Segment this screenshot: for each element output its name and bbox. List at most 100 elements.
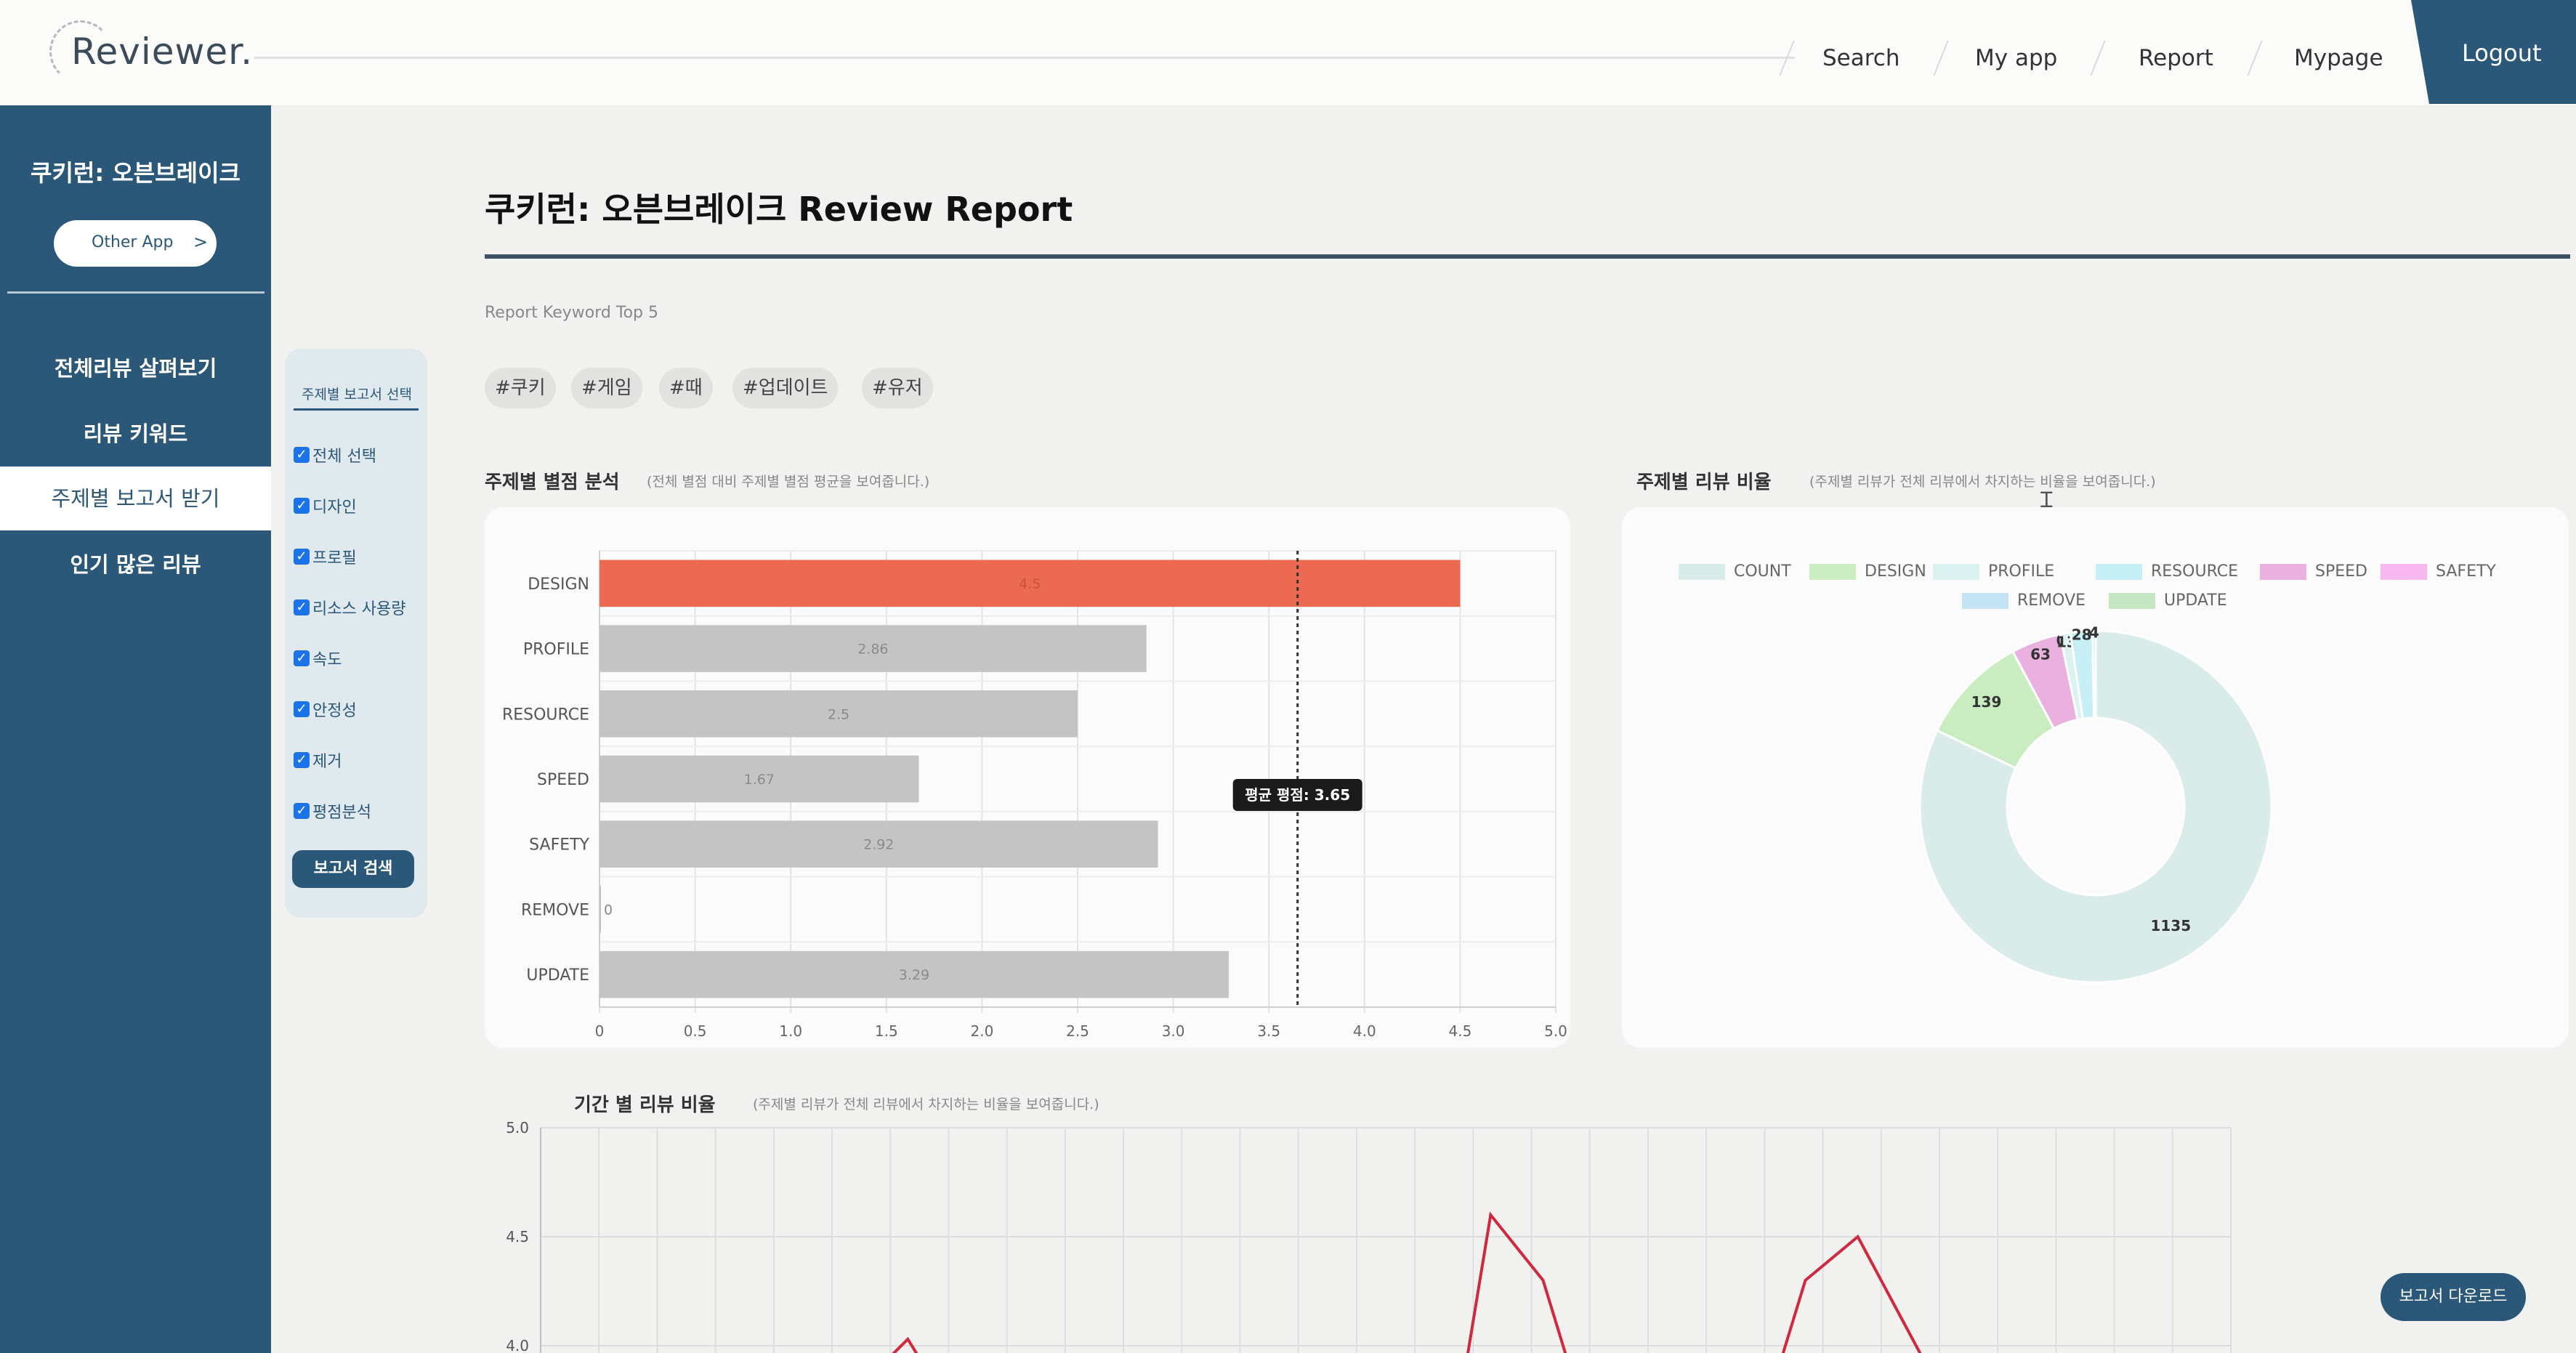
nav-my-app[interactable]: My app bbox=[1975, 45, 2057, 71]
filter-title: 주제별 보고서 선택 bbox=[302, 387, 412, 403]
x-tick-label: 3.0 bbox=[1162, 1022, 1185, 1040]
filter-option-speed[interactable]: ✓ 속도 bbox=[294, 647, 342, 670]
bar-section-subtitle: (전체 별점 대비 주제별 별점 평균을 보여줍니다.) bbox=[647, 474, 930, 490]
filter-option-label: 리소스 사용량 bbox=[312, 600, 406, 618]
checkbox-checked-icon[interactable]: ✓ bbox=[294, 650, 310, 666]
bar-value-label: 2.86 bbox=[857, 642, 888, 658]
nav-mypage[interactable]: Mypage bbox=[2294, 45, 2383, 71]
logo-text: Reviewer. bbox=[71, 31, 254, 73]
logo[interactable]: Reviewer. bbox=[49, 20, 252, 86]
category-label: SAFETY bbox=[529, 836, 589, 855]
series-line bbox=[1466, 1211, 1567, 1353]
rating-bar-chart: 0 0.5 1.0 1.5 2.0 2.5 3.0 3.5 4.0 4.5 5.0 DESIGN 4.5… bbox=[502, 550, 1567, 1040]
filter-option-safety[interactable]: ✓ 안정성 bbox=[294, 698, 357, 721]
report-filter-panel: 주제별 보고서 선택 ✓ 전체 선택 ✓ 디자인 ✓ 프로필 ✓ 리소스 사용량 ✓ 속도… bbox=[285, 349, 427, 918]
filter-option-label: 안정성 bbox=[312, 702, 357, 720]
average-tooltip-label: 평균 평점: 3.65 bbox=[1245, 786, 1350, 804]
category-label: SPEED bbox=[537, 771, 589, 789]
filter-option-remove[interactable]: ✓ 제거 bbox=[294, 748, 342, 772]
nav-report[interactable]: Report bbox=[2139, 45, 2213, 71]
bar-value-label: 2.5 bbox=[828, 706, 849, 722]
x-tick-label: 0.5 bbox=[684, 1022, 707, 1040]
review-ratio-chart-card: COUNT DESIGN PROFILE RESOURCE SPEED SAFETY REM… bbox=[1622, 507, 2569, 1048]
report-search-button[interactable]: 보고서 검색 bbox=[292, 850, 414, 888]
keyword-tag[interactable]: #유저 bbox=[862, 368, 933, 408]
category-label: DESIGN bbox=[528, 575, 589, 594]
sidebar-item-all-reviews[interactable]: 전체리뷰 살펴보기 bbox=[0, 336, 271, 400]
y-tick-label: 4.5 bbox=[506, 1228, 529, 1245]
filter-option-all[interactable]: ✓ 전체 선택 bbox=[294, 443, 376, 467]
logout-button[interactable]: Logout bbox=[2411, 0, 2576, 104]
page-title: 쿠키런: 오븐브레이크 Review Report bbox=[485, 190, 1073, 229]
filter-option-label: 프로필 bbox=[312, 549, 357, 568]
line-section-subtitle: (주제별 리뷰가 전체 리뷰에서 차지하는 비율을 보여줍니다.) bbox=[753, 1096, 1099, 1112]
other-app-button[interactable]: Other App > bbox=[54, 220, 217, 267]
checkbox-checked-icon[interactable]: ✓ bbox=[294, 447, 310, 463]
x-tick-label: 5.0 bbox=[1544, 1022, 1567, 1040]
checkbox-checked-icon[interactable]: ✓ bbox=[294, 701, 310, 717]
bar-section-title: 주제별 별점 분석 bbox=[485, 472, 620, 493]
chevron-right-icon: > bbox=[193, 232, 209, 252]
y-tick-label: 5.0 bbox=[506, 1120, 529, 1136]
sidebar: 쿠키런: 오븐브레이크 Other App > 전체리뷰 살펴보기 리뷰 키워드… bbox=[0, 105, 271, 1353]
slice-value-label: 63 bbox=[2030, 646, 2051, 663]
rating-bar-chart-card: 0 0.5 1.0 1.5 2.0 2.5 3.0 3.5 4.0 4.5 5.0 DESIGN 4.5… bbox=[485, 507, 1570, 1048]
x-tick-label: 2.0 bbox=[970, 1022, 993, 1040]
report-download-button[interactable]: 보고서 다운로드 bbox=[2381, 1273, 2526, 1321]
line-section-title: 기간 별 리뷰 비율 bbox=[574, 1094, 716, 1116]
filter-option-rating[interactable]: ✓ 평점분석 bbox=[294, 799, 371, 823]
filter-option-label: 속도 bbox=[312, 651, 342, 669]
filter-divider bbox=[294, 408, 419, 411]
filter-option-label: 전체 선택 bbox=[312, 448, 376, 466]
checkbox-checked-icon[interactable]: ✓ bbox=[294, 752, 310, 768]
series-line bbox=[1781, 1234, 1922, 1353]
sidebar-divider bbox=[7, 291, 265, 294]
category-label: UPDATE bbox=[526, 966, 589, 985]
checkbox-checked-icon[interactable]: ✓ bbox=[294, 549, 310, 565]
review-ratio-doughnut: 113513963013284 bbox=[1918, 623, 2273, 984]
nav-separator bbox=[1933, 41, 1949, 76]
keyword-tag[interactable]: #게임 bbox=[571, 368, 642, 408]
nav-search[interactable]: Search bbox=[1822, 45, 1900, 71]
slice-value-label: 1135 bbox=[2150, 917, 2191, 934]
nav-separator bbox=[2090, 41, 2106, 76]
filter-option-label: 제거 bbox=[312, 753, 342, 771]
checkbox-checked-icon[interactable]: ✓ bbox=[294, 599, 310, 615]
slice-value-label: 139 bbox=[1971, 693, 2002, 711]
sidebar-app-name: 쿠키런: 오븐브레이크 bbox=[31, 159, 241, 187]
slice-value-label: 4 bbox=[2089, 623, 2099, 641]
category-label: RESOURCE bbox=[502, 706, 589, 724]
sidebar-item-topic-report[interactable]: 주제별 보고서 받기 bbox=[0, 467, 271, 530]
bar-value-label: 0 bbox=[604, 902, 613, 918]
x-tick-label: 4.0 bbox=[1353, 1022, 1376, 1040]
keyword-tag[interactable]: #쿠키 bbox=[485, 368, 556, 408]
nav-separator bbox=[2247, 41, 2263, 76]
slice-remove bbox=[2091, 629, 2097, 719]
bar-value-label: 1.67 bbox=[744, 772, 775, 788]
keyword-tag[interactable]: #때 bbox=[659, 368, 713, 408]
filter-option-design[interactable]: ✓ 디자인 bbox=[294, 494, 357, 517]
category-label: REMOVE bbox=[521, 901, 589, 919]
top-bar: Reviewer. Search My app Report Mypage Lo… bbox=[0, 0, 2576, 105]
x-tick-label: 0 bbox=[595, 1022, 605, 1040]
pie-section-title: 주제별 리뷰 비율 bbox=[1636, 472, 1772, 493]
bar-value-label: 3.29 bbox=[899, 967, 929, 983]
y-tick-label: 4.0 bbox=[506, 1337, 529, 1353]
filter-option-label: 디자인 bbox=[312, 498, 357, 517]
filter-option-resource[interactable]: ✓ 리소스 사용량 bbox=[294, 596, 405, 619]
filter-option-label: 평점분석 bbox=[312, 804, 371, 822]
keyword-top5-label: Report Keyword Top 5 bbox=[485, 304, 658, 322]
checkbox-checked-icon[interactable]: ✓ bbox=[294, 803, 310, 819]
filter-option-profile[interactable]: ✓ 프로필 bbox=[294, 545, 357, 568]
sidebar-item-review-keywords[interactable]: 리뷰 키워드 bbox=[0, 402, 271, 466]
keyword-tag[interactable]: #업데이트 bbox=[732, 368, 839, 408]
other-app-label: Other App bbox=[92, 233, 174, 251]
title-divider bbox=[485, 254, 2570, 259]
logout-label: Logout bbox=[2462, 39, 2542, 67]
checkbox-checked-icon[interactable]: ✓ bbox=[294, 498, 310, 514]
x-tick-label: 1.0 bbox=[779, 1022, 802, 1040]
sidebar-item-popular-reviews[interactable]: 인기 많은 리뷰 bbox=[0, 533, 271, 597]
x-tick-label: 1.5 bbox=[875, 1022, 898, 1040]
x-tick-label: 2.5 bbox=[1066, 1022, 1089, 1040]
bar-value-label: 4.5 bbox=[1019, 576, 1041, 592]
